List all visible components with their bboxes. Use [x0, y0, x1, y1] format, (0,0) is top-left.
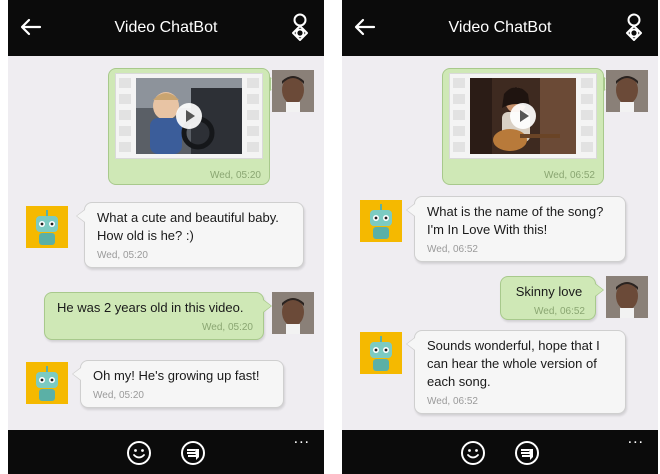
- bot-message: What a cute and beautiful baby. How old …: [76, 202, 304, 268]
- bot-avatar: [360, 332, 402, 374]
- play-icon[interactable]: [176, 103, 202, 129]
- top-bar: Video ChatBot: [8, 0, 324, 56]
- user-avatar: [606, 70, 648, 112]
- play-icon[interactable]: [510, 103, 536, 129]
- user-avatar: [272, 292, 314, 334]
- message-timestamp: Wed, 05:20: [210, 170, 261, 181]
- profile-icon[interactable]: [288, 12, 312, 42]
- chat-panel-1: Video ChatBot Wed, 05:20 What a cute and…: [8, 0, 324, 474]
- thumbs-down-icon[interactable]: [514, 440, 540, 466]
- message-text: What a cute and beautiful baby. How old …: [97, 210, 279, 243]
- page-title: Video ChatBot: [114, 19, 218, 36]
- bot-avatar: [26, 206, 68, 248]
- message-timestamp: Wed, 05:20: [202, 322, 253, 333]
- bottom-bar: ...: [342, 430, 658, 474]
- bot-message: What is the name of the song? I'm In Lov…: [406, 196, 626, 262]
- user-avatar: [606, 276, 648, 318]
- more-dots-icon[interactable]: ...: [628, 431, 644, 447]
- message-text: He was 2 years old in this video.: [57, 300, 244, 315]
- page-title: Video ChatBot: [448, 19, 552, 36]
- chat-panel-2: Video ChatBot Wed, 06:52 What is the nam…: [342, 0, 658, 474]
- message-timestamp: Wed, 06:52: [544, 170, 595, 181]
- video-thumbnail[interactable]: [115, 73, 263, 159]
- user-message: He was 2 years old in this video. Wed, 0…: [44, 292, 272, 340]
- bot-message: Oh my! He's growing up fast! Wed, 05:20: [72, 360, 284, 408]
- bot-avatar: [360, 200, 402, 242]
- user-message: Skinny love Wed, 06:52: [500, 276, 604, 320]
- smiley-icon[interactable]: [460, 440, 486, 466]
- bot-message: Sounds wonderful, hope that I can hear t…: [406, 330, 626, 414]
- message-text: Skinny love: [515, 284, 583, 299]
- message-text: Oh my! He's growing up fast!: [93, 368, 260, 383]
- user-avatar: [272, 70, 314, 112]
- thumbs-down-icon[interactable]: [180, 440, 206, 466]
- bottom-bar: ...: [8, 430, 324, 474]
- bot-avatar: [26, 362, 68, 404]
- more-dots-icon[interactable]: ...: [294, 431, 310, 447]
- message-text: What is the name of the song? I'm In Lov…: [427, 204, 604, 237]
- smiley-icon[interactable]: [126, 440, 152, 466]
- video-thumbnail[interactable]: [449, 73, 597, 159]
- message-timestamp: Wed, 05:20: [93, 390, 144, 401]
- video-message[interactable]: Wed, 06:52: [442, 68, 614, 185]
- message-text: Sounds wonderful, hope that I can hear t…: [427, 338, 600, 389]
- message-timestamp: Wed, 06:52: [427, 244, 478, 255]
- profile-icon[interactable]: [622, 12, 646, 42]
- message-timestamp: Wed, 06:52: [534, 306, 585, 317]
- message-timestamp: Wed, 06:52: [427, 396, 478, 407]
- message-timestamp: Wed, 05:20: [97, 250, 148, 261]
- video-message[interactable]: Wed, 05:20: [108, 68, 280, 185]
- top-bar: Video ChatBot: [342, 0, 658, 56]
